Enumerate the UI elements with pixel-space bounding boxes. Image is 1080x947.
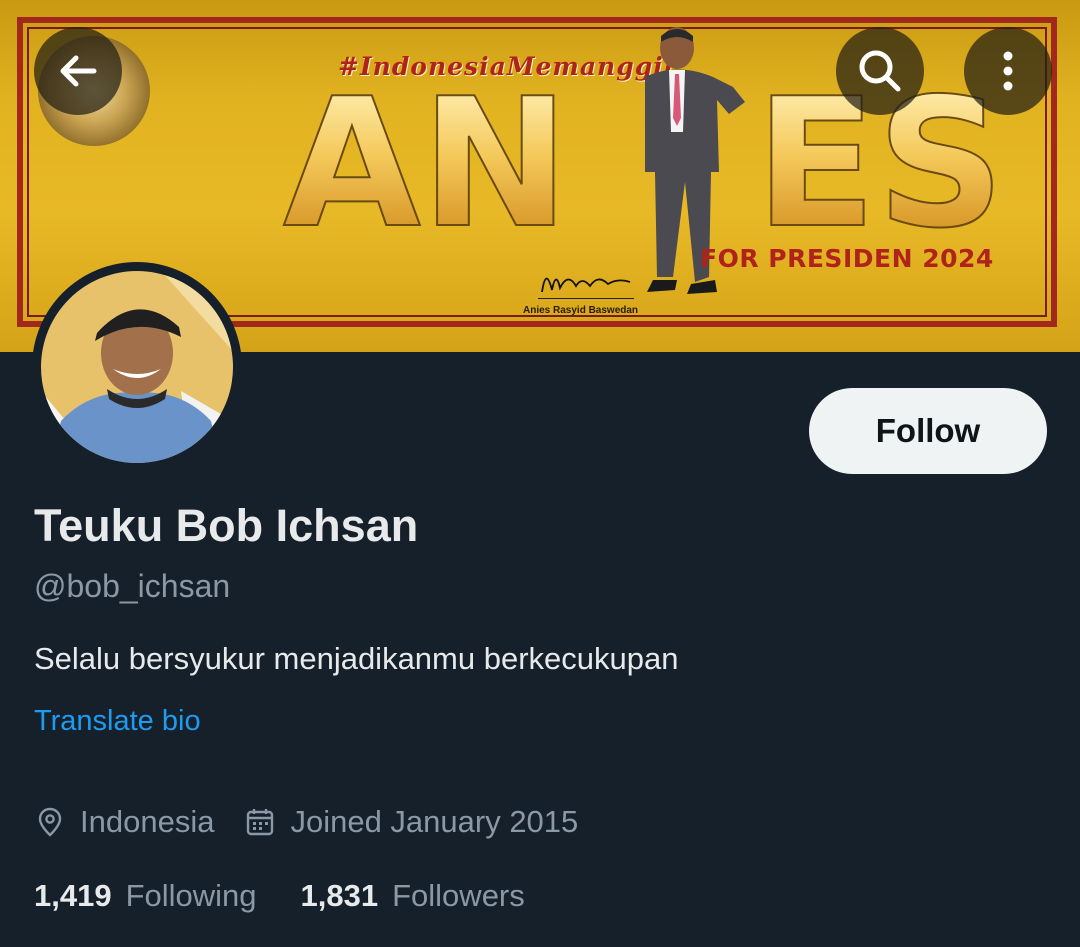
location-pin-icon bbox=[38, 807, 62, 837]
followers-label: Followers bbox=[392, 878, 525, 913]
location-text: Indonesia bbox=[80, 804, 215, 839]
following-count: 1,419 bbox=[34, 878, 112, 913]
search-icon bbox=[859, 50, 901, 92]
more-options-button[interactable] bbox=[964, 27, 1052, 115]
arrow-left-icon bbox=[60, 55, 97, 87]
banner-tagline: FOR PRESIDEN 2024 bbox=[700, 244, 994, 273]
avatar[interactable] bbox=[32, 262, 242, 472]
joined-date-text: Joined January 2015 bbox=[290, 804, 579, 839]
profile-meta: Indonesia Joined January 2015 bbox=[34, 800, 608, 844]
location-item: Indonesia bbox=[34, 804, 214, 840]
banner-portrait-figure bbox=[625, 22, 755, 322]
profile-bio: Selalu bersyukur menjadikanmu berkecukup… bbox=[34, 641, 679, 676]
follow-stats: 1,419 Following 1,831 Followers bbox=[34, 874, 569, 918]
followers-count: 1,831 bbox=[300, 878, 379, 913]
banner-signature-caption: Anies Rasyid Baswedan bbox=[523, 305, 639, 316]
following-link[interactable]: 1,419 Following bbox=[34, 878, 257, 914]
username-handle: @bob_ichsan bbox=[34, 568, 231, 604]
display-name: Teuku Bob Ichsan bbox=[34, 500, 419, 551]
search-button[interactable] bbox=[836, 27, 924, 115]
translate-bio-link[interactable]: Translate bio bbox=[34, 705, 201, 738]
banner-name-left: AN bbox=[282, 60, 571, 267]
avatar-image bbox=[41, 271, 233, 463]
calendar-icon bbox=[247, 809, 274, 836]
back-button[interactable] bbox=[34, 27, 122, 115]
joined-item: Joined January 2015 bbox=[244, 804, 578, 840]
follow-button[interactable]: Follow bbox=[809, 388, 1047, 474]
more-vertical-icon bbox=[1003, 51, 1013, 91]
followers-link[interactable]: 1,831 Followers bbox=[301, 878, 525, 914]
banner-signature bbox=[538, 262, 634, 299]
following-label: Following bbox=[125, 878, 257, 913]
